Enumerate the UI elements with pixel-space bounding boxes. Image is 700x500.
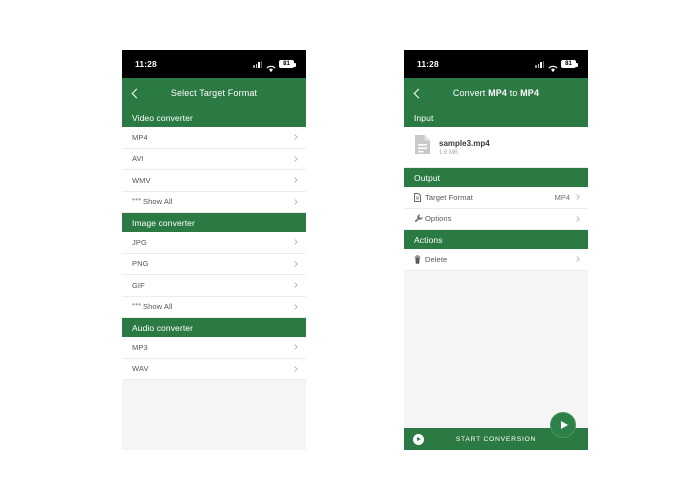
input-file-name: sample3.mp4 — [439, 138, 490, 148]
section-header-output: Output — [404, 168, 588, 187]
list-item-label: Show All — [143, 302, 173, 312]
chevron-right-icon — [292, 155, 298, 162]
list-item-show-all-video[interactable]: ••• Show All — [122, 191, 306, 213]
signal-bars-icon — [253, 60, 262, 68]
chevron-right-icon — [574, 194, 580, 201]
screenshot-canvas: 11:28 81 Select Target Format Video conv… — [0, 0, 700, 500]
trash-icon — [414, 255, 425, 264]
chevron-right-icon — [292, 239, 298, 246]
chevron-right-icon — [574, 215, 580, 222]
chevron-right-icon — [292, 365, 298, 372]
list-item-png[interactable]: PNG — [122, 253, 306, 275]
page-title: Convert MP4 to MP4 — [430, 88, 588, 98]
status-bar-icons: 81 — [535, 59, 578, 73]
chevron-right-icon — [292, 260, 298, 267]
list-item-label: WMV — [132, 175, 151, 185]
status-bar-time: 11:28 — [135, 59, 157, 69]
list-item-show-all-image[interactable]: ••• Show All — [122, 296, 306, 318]
file-document-icon — [414, 134, 431, 160]
ellipsis-icon: ••• — [132, 194, 142, 204]
battery-level-label: 81 — [283, 61, 290, 67]
section-header-input: Input — [404, 108, 588, 127]
ellipsis-icon: ••• — [132, 299, 142, 309]
list-item-mp4[interactable]: MP4 — [122, 127, 306, 149]
list-item-label: AVI — [132, 154, 144, 164]
title-target-format: MP4 — [520, 88, 540, 98]
chevron-right-icon — [292, 282, 298, 289]
section-header-video: Video converter — [122, 108, 306, 127]
list-item-label: GIF — [132, 280, 145, 290]
play-fab-button[interactable] — [550, 412, 576, 438]
list-item-label: JPG — [132, 237, 147, 247]
list-item-label: Delete — [425, 254, 448, 264]
list-item-label: PNG — [132, 259, 149, 269]
list-item-label: Show All — [143, 197, 173, 207]
battery-level-label: 81 — [565, 61, 572, 67]
app-bar-right: Convert MP4 to MP4 — [404, 78, 588, 108]
wifi-icon — [266, 60, 276, 73]
list-item-mp3[interactable]: MP3 — [122, 337, 306, 359]
input-file-size: 1.6 MB — [439, 149, 459, 156]
section-header-image: Image converter — [122, 213, 306, 232]
status-bar: 11:28 81 — [122, 50, 306, 78]
page-title: Select Target Format — [170, 88, 258, 98]
list-item-options[interactable]: Options — [404, 208, 588, 230]
title-source-format: MP4 — [488, 88, 508, 98]
chevron-right-icon — [292, 344, 298, 351]
battery-icon: 81 — [279, 59, 296, 69]
wifi-icon — [548, 60, 558, 73]
screen-body-right: Input sample3.mp4 1.6 MB Output Target F… — [404, 108, 588, 450]
section-header-actions: Actions — [404, 230, 588, 249]
app-bar-left: Select Target Format — [122, 78, 306, 108]
back-button[interactable] — [122, 78, 148, 108]
list-item-label: WAV — [132, 364, 149, 374]
list-item-label: MP3 — [132, 342, 148, 352]
signal-bars-icon — [535, 60, 544, 68]
list-item-delete[interactable]: Delete — [404, 249, 588, 271]
play-circle-icon — [413, 433, 424, 445]
title-prefix: Convert — [452, 88, 489, 98]
chevron-right-icon — [574, 256, 580, 263]
list-item-wav[interactable]: WAV — [122, 358, 306, 380]
input-file-card[interactable]: sample3.mp4 1.6 MB — [404, 127, 588, 168]
phone-mockup-select-format: 11:28 81 Select Target Format Video conv… — [122, 50, 306, 450]
status-bar-time: 11:28 — [417, 59, 439, 69]
chevron-right-icon — [292, 177, 298, 184]
input-file-meta: sample3.mp4 1.6 MB — [439, 139, 490, 156]
title-middle: to — [507, 88, 521, 98]
chevron-right-icon — [292, 198, 298, 205]
list-item-target-format[interactable]: Target Format MP4 — [404, 187, 588, 209]
list-item-avi[interactable]: AVI — [122, 148, 306, 170]
chevron-left-icon — [413, 88, 423, 98]
file-document-icon — [414, 192, 425, 202]
list-item-label: Options — [425, 214, 452, 224]
list-item-label: Target Format — [425, 192, 473, 202]
chevron-right-icon — [292, 303, 298, 310]
screen-body-left: Video converter MP4 AVI WMV ••• Show All… — [122, 108, 306, 450]
list-item-wmv[interactable]: WMV — [122, 170, 306, 192]
chevron-left-icon — [131, 88, 141, 98]
section-header-audio: Audio converter — [122, 318, 306, 337]
list-item-jpg[interactable]: JPG — [122, 232, 306, 254]
target-format-value: MP4 — [554, 192, 570, 202]
list-item-label: MP4 — [132, 132, 148, 142]
battery-icon: 81 — [561, 59, 578, 69]
chevron-right-icon — [292, 134, 298, 141]
status-bar-icons: 81 — [253, 59, 296, 73]
phone-mockup-convert: 11:28 81 Convert MP4 to MP4 Input sample… — [404, 50, 588, 450]
status-bar: 11:28 81 — [404, 50, 588, 78]
list-item-gif[interactable]: GIF — [122, 275, 306, 297]
wrench-icon — [414, 214, 425, 223]
back-button[interactable] — [404, 78, 430, 108]
